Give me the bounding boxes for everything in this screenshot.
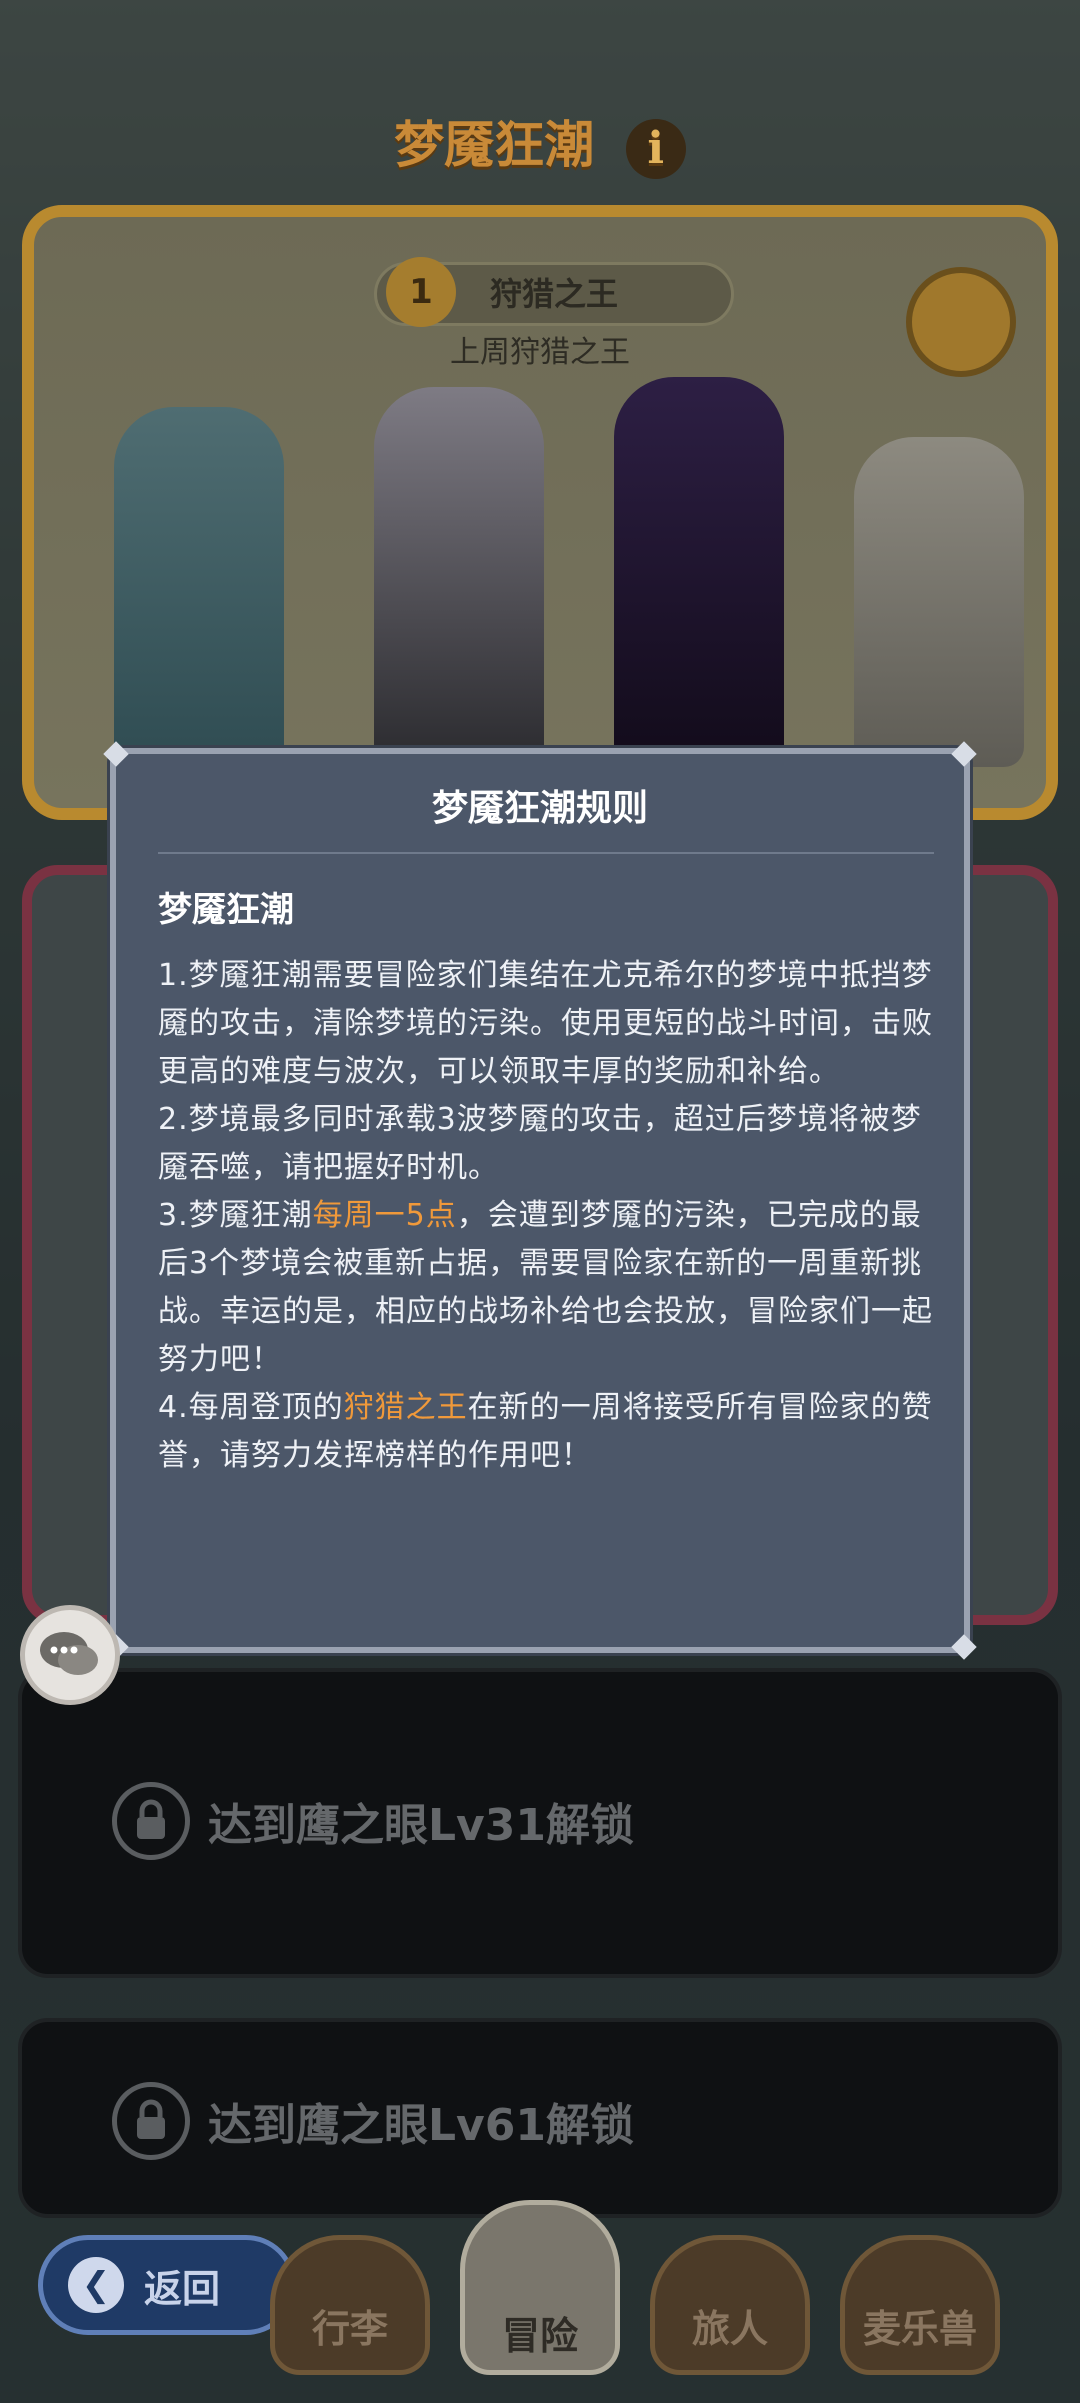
rule-4-highlight: 狩猎之王 bbox=[343, 1390, 468, 1425]
page-title: 梦魇狂潮 i bbox=[0, 105, 1080, 179]
dialog-title: 梦魇狂潮规则 bbox=[431, 788, 648, 829]
lock-icon bbox=[112, 2082, 190, 2160]
info-icon[interactable]: i bbox=[625, 118, 686, 179]
back-button[interactable]: ❮ 返回 bbox=[38, 2235, 296, 2335]
tab-travelers[interactable]: 旅人 bbox=[650, 2235, 810, 2375]
rule-2: 2.梦境最多同时承载3波梦魇的攻击，超过后梦境将被梦魇吞噬，请把握好时机。 bbox=[158, 1102, 922, 1185]
leaderboard-podium-icon[interactable] bbox=[906, 267, 1016, 377]
rule-3-text: 3.梦魇狂潮 bbox=[158, 1198, 313, 1233]
hunting-king-card: 狩猎之王 1 上周狩猎之王 bbox=[22, 205, 1058, 820]
chat-icon bbox=[40, 1632, 98, 1675]
divider bbox=[158, 852, 934, 854]
tab-label: 麦乐兽 bbox=[862, 2307, 977, 2351]
locked-stage-panel[interactable]: 达到鹰之眼Lv61解锁 bbox=[18, 2018, 1062, 2218]
tab-label: 冒险 bbox=[501, 2314, 578, 2358]
chat-bubble-button[interactable] bbox=[20, 1605, 120, 1705]
rule-4: 4.每周登顶的狩猎之王在新的一周将接受所有冒险家的赞誉，请努力发挥榜样的作用吧！ bbox=[158, 1384, 934, 1480]
rules-text: 1.梦魇狂潮需要冒险家们集结在尤克希尔的梦境中抵挡梦魇的攻击，清除梦境的污染。使… bbox=[158, 952, 934, 1480]
rule-1: 1.梦魇狂潮需要冒险家们集结在尤克希尔的梦境中抵挡梦魇的攻击，清除梦境的污染。使… bbox=[158, 958, 933, 1089]
locked-row: 达到鹰之眼Lv31解锁 bbox=[112, 1782, 634, 1860]
lock-requirement-text: 达到鹰之眼Lv61解锁 bbox=[208, 2100, 634, 2151]
back-arrow-icon: ❮ bbox=[68, 2257, 124, 2313]
rule-3-highlight: 每周一5点 bbox=[312, 1198, 457, 1233]
tab-label: 旅人 bbox=[691, 2307, 768, 2351]
lock-requirement-text: 达到鹰之眼Lv31解锁 bbox=[208, 1800, 634, 1851]
hero-figure bbox=[374, 387, 544, 767]
rules-dialog: 梦魇狂潮规则 梦魇狂潮 1.梦魇狂潮需要冒险家们集结在尤克希尔的梦境中抵挡梦魇的… bbox=[103, 741, 977, 1660]
back-button-label: 返回 bbox=[144, 2266, 221, 2311]
rule-3: 3.梦魇狂潮每周一5点，会遭到梦魇的污染，已完成的最后3个梦境会被重新占据，需要… bbox=[158, 1192, 934, 1384]
locked-row: 达到鹰之眼Lv61解锁 bbox=[112, 2082, 634, 2160]
tab-adventure[interactable]: 冒险 bbox=[460, 2200, 620, 2375]
tab-label: 行李 bbox=[311, 2307, 388, 2351]
lock-icon bbox=[112, 1782, 190, 1860]
bottom-navigation: ❮ 返回 行李 冒险 旅人 麦乐兽 bbox=[0, 2195, 1080, 2403]
champion-badge-label: 狩猎之王 bbox=[489, 275, 618, 313]
page-title-text: 梦魇狂潮 bbox=[394, 116, 595, 174]
section-heading: 梦魇狂潮 bbox=[158, 890, 294, 930]
locked-stage-panel[interactable]: 达到鹰之眼Lv31解锁 bbox=[18, 1668, 1062, 1978]
hero-showcase bbox=[74, 377, 1024, 787]
last-week-label: 上周狩猎之王 bbox=[450, 335, 630, 370]
hero-figure bbox=[614, 377, 784, 767]
tab-pets[interactable]: 麦乐兽 bbox=[840, 2235, 1000, 2375]
hero-figure bbox=[854, 437, 1024, 767]
rank-medal-icon: 1 bbox=[386, 257, 456, 327]
rule-4-text: 4.每周登顶的 bbox=[158, 1390, 344, 1425]
hero-figure bbox=[114, 407, 284, 767]
tab-luggage[interactable]: 行李 bbox=[270, 2235, 430, 2375]
